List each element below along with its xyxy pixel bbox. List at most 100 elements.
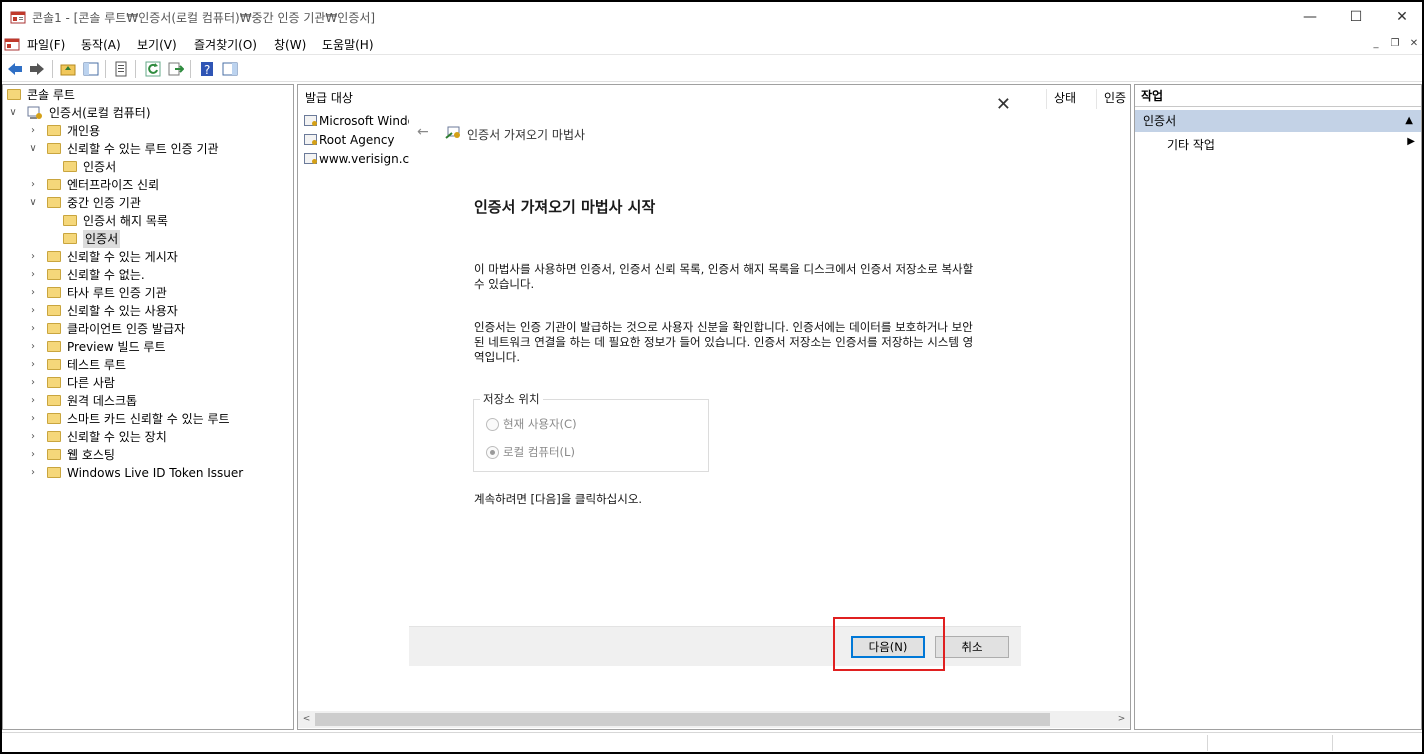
tree-item-label: 인증서 [83, 230, 121, 248]
expand-chevron-icon[interactable]: › [27, 248, 39, 266]
child-minimize-button[interactable]: _ [1368, 36, 1384, 52]
tree-item-label: 신뢰할 수 있는 장치 [67, 430, 167, 444]
menu-window[interactable]: 창(W) [274, 36, 306, 53]
expand-chevron-icon[interactable]: › [27, 338, 39, 356]
svg-text:?: ? [204, 63, 210, 77]
folder-icon [47, 377, 61, 388]
radio-button[interactable] [486, 417, 499, 431]
folder-icon [7, 89, 21, 100]
close-window-button[interactable]: ✕ [1379, 2, 1422, 32]
horizontal-scrollbar[interactable]: < > [298, 711, 1130, 728]
expand-chevron-icon[interactable]: › [27, 176, 39, 194]
export-list-button[interactable] [167, 60, 185, 78]
folder-icon [47, 305, 61, 316]
column-header-purpose[interactable]: 인증 [1104, 85, 1126, 111]
tree-item-label: Preview 빌드 루트 [67, 340, 166, 354]
expand-chevron-icon[interactable]: › [27, 464, 39, 482]
expand-chevron-icon[interactable]: › [27, 374, 39, 392]
column-header-issued-to[interactable]: 발급 대상 [305, 85, 353, 111]
collapse-chevron-icon[interactable]: ∨ [27, 194, 39, 212]
menu-action[interactable]: 동작(A) [81, 36, 121, 53]
wizard-intro-text: 이 마법사를 사용하면 인증서, 인증서 신뢰 목록, 인증서 해지 목록을 디… [474, 262, 974, 291]
radio-button[interactable] [486, 445, 499, 459]
collapse-up-icon[interactable]: ▲ [1405, 110, 1413, 132]
folder-icon [47, 287, 61, 298]
tree-item-label: 인증서 해지 목록 [83, 214, 168, 228]
list-item[interactable]: Root Agency [304, 131, 395, 149]
radio-label: 현재 사용자(C) [503, 417, 577, 431]
certificate-icon [304, 115, 317, 126]
column-header-status[interactable]: 상태 [1054, 85, 1076, 111]
up-one-level-button[interactable] [59, 60, 77, 78]
expand-chevron-icon[interactable]: › [27, 284, 39, 302]
list-item[interactable]: Microsoft Windo [304, 112, 415, 130]
forward-button[interactable] [28, 60, 46, 78]
folder-icon [47, 125, 61, 136]
expand-chevron-icon[interactable]: › [27, 356, 39, 374]
status-section [1332, 735, 1333, 751]
expand-chevron-icon[interactable]: › [27, 320, 39, 338]
child-close-button[interactable]: ✕ [1406, 36, 1422, 52]
expand-chevron-icon[interactable]: › [27, 392, 39, 410]
expand-chevron-icon[interactable]: › [27, 428, 39, 446]
tree-item-label: 원격 데스크톱 [67, 394, 138, 408]
column-divider [1046, 89, 1047, 109]
tree-item-label: 중간 인증 기관 [67, 196, 141, 210]
more-actions-item[interactable]: 기타 작업 [1167, 136, 1215, 153]
close-wizard-button[interactable]: ✕ [996, 94, 1011, 115]
actions-header: 작업 [1135, 85, 1421, 107]
maximize-button[interactable]: ☐ [1333, 2, 1379, 32]
tree-item-label: 신뢰할 수 없는. [67, 268, 145, 282]
scrollbar-thumb[interactable] [315, 713, 1050, 726]
show-hide-tree-button[interactable] [82, 60, 100, 78]
cancel-button[interactable]: 취소 [935, 636, 1009, 658]
maximize-icon: ☐ [1349, 9, 1363, 25]
up-folder-icon [60, 64, 76, 76]
show-hide-action-pane-button[interactable] [221, 60, 239, 78]
menu-help[interactable]: 도움말(H) [322, 36, 374, 53]
refresh-button[interactable] [144, 60, 162, 78]
expand-chevron-icon[interactable]: › [27, 122, 39, 140]
scroll-right-icon[interactable]: > [1113, 711, 1130, 728]
list-item[interactable]: www.verisign.co [304, 150, 416, 168]
tree-item-label: 클라이언트 인증 발급자 [67, 322, 186, 336]
tree-item-label: Windows Live ID Token Issuer [67, 466, 244, 480]
collapse-chevron-icon[interactable]: ∨ [27, 140, 39, 158]
collapse-chevron-icon[interactable]: ∨ [7, 104, 19, 122]
properties-button[interactable] [112, 60, 130, 78]
scroll-left-icon[interactable]: < [298, 711, 315, 728]
expand-chevron-icon[interactable]: › [27, 410, 39, 428]
document-system-menu-icon[interactable] [4, 36, 20, 52]
radio-label: 로컬 컴퓨터(L) [503, 445, 575, 459]
folder-icon [63, 161, 77, 172]
certificate-store-icon [27, 106, 42, 119]
store-location-legend: 저장소 위치 [480, 391, 543, 407]
console-tree-pane: 콘솔 루트 ∨ 인증서(로컬 컴퓨터) › 개인용 ∨ 신뢰할 수 있는 루트 인증 … [2, 84, 294, 730]
folder-icon [47, 359, 61, 370]
export-list-icon [168, 62, 184, 76]
tree-item-label: 콘솔 루트 [27, 88, 75, 102]
store-location-group: 저장소 위치 현재 사용자(C) 로컬 컴퓨터(L) [473, 391, 709, 472]
radio-current-user[interactable]: 현재 사용자(C) [486, 416, 577, 432]
menu-view[interactable]: 보기(V) [137, 36, 177, 53]
child-restore-button[interactable]: ❐ [1387, 36, 1403, 52]
forward-icon [30, 63, 44, 75]
actions-section-certificates[interactable]: 인증서 ▲ [1135, 110, 1421, 132]
folder-icon [63, 215, 77, 226]
sort-up-icon: ^ [397, 84, 405, 92]
help-button[interactable]: ? [198, 60, 216, 78]
submenu-arrow-icon[interactable]: ▶ [1407, 136, 1415, 147]
expand-chevron-icon[interactable]: › [27, 302, 39, 320]
expand-chevron-icon[interactable]: › [27, 266, 39, 284]
wizard-description-text: 인증서는 인증 기관이 발급하는 것으로 사용자 신분을 확인합니다. 인증서에… [474, 320, 974, 364]
folder-icon [47, 143, 61, 154]
radio-local-machine[interactable]: 로컬 컴퓨터(L) [486, 444, 575, 460]
close-icon: ✕ [1396, 9, 1408, 25]
menu-favorites[interactable]: 즐겨찾기(O) [194, 36, 257, 53]
certificate-icon [304, 153, 317, 164]
toolbar: ? [2, 54, 1422, 82]
expand-chevron-icon[interactable]: › [27, 446, 39, 464]
menu-file[interactable]: 파일(F) [27, 36, 65, 53]
back-button[interactable] [6, 60, 24, 78]
minimize-button[interactable]: — [1287, 2, 1333, 32]
